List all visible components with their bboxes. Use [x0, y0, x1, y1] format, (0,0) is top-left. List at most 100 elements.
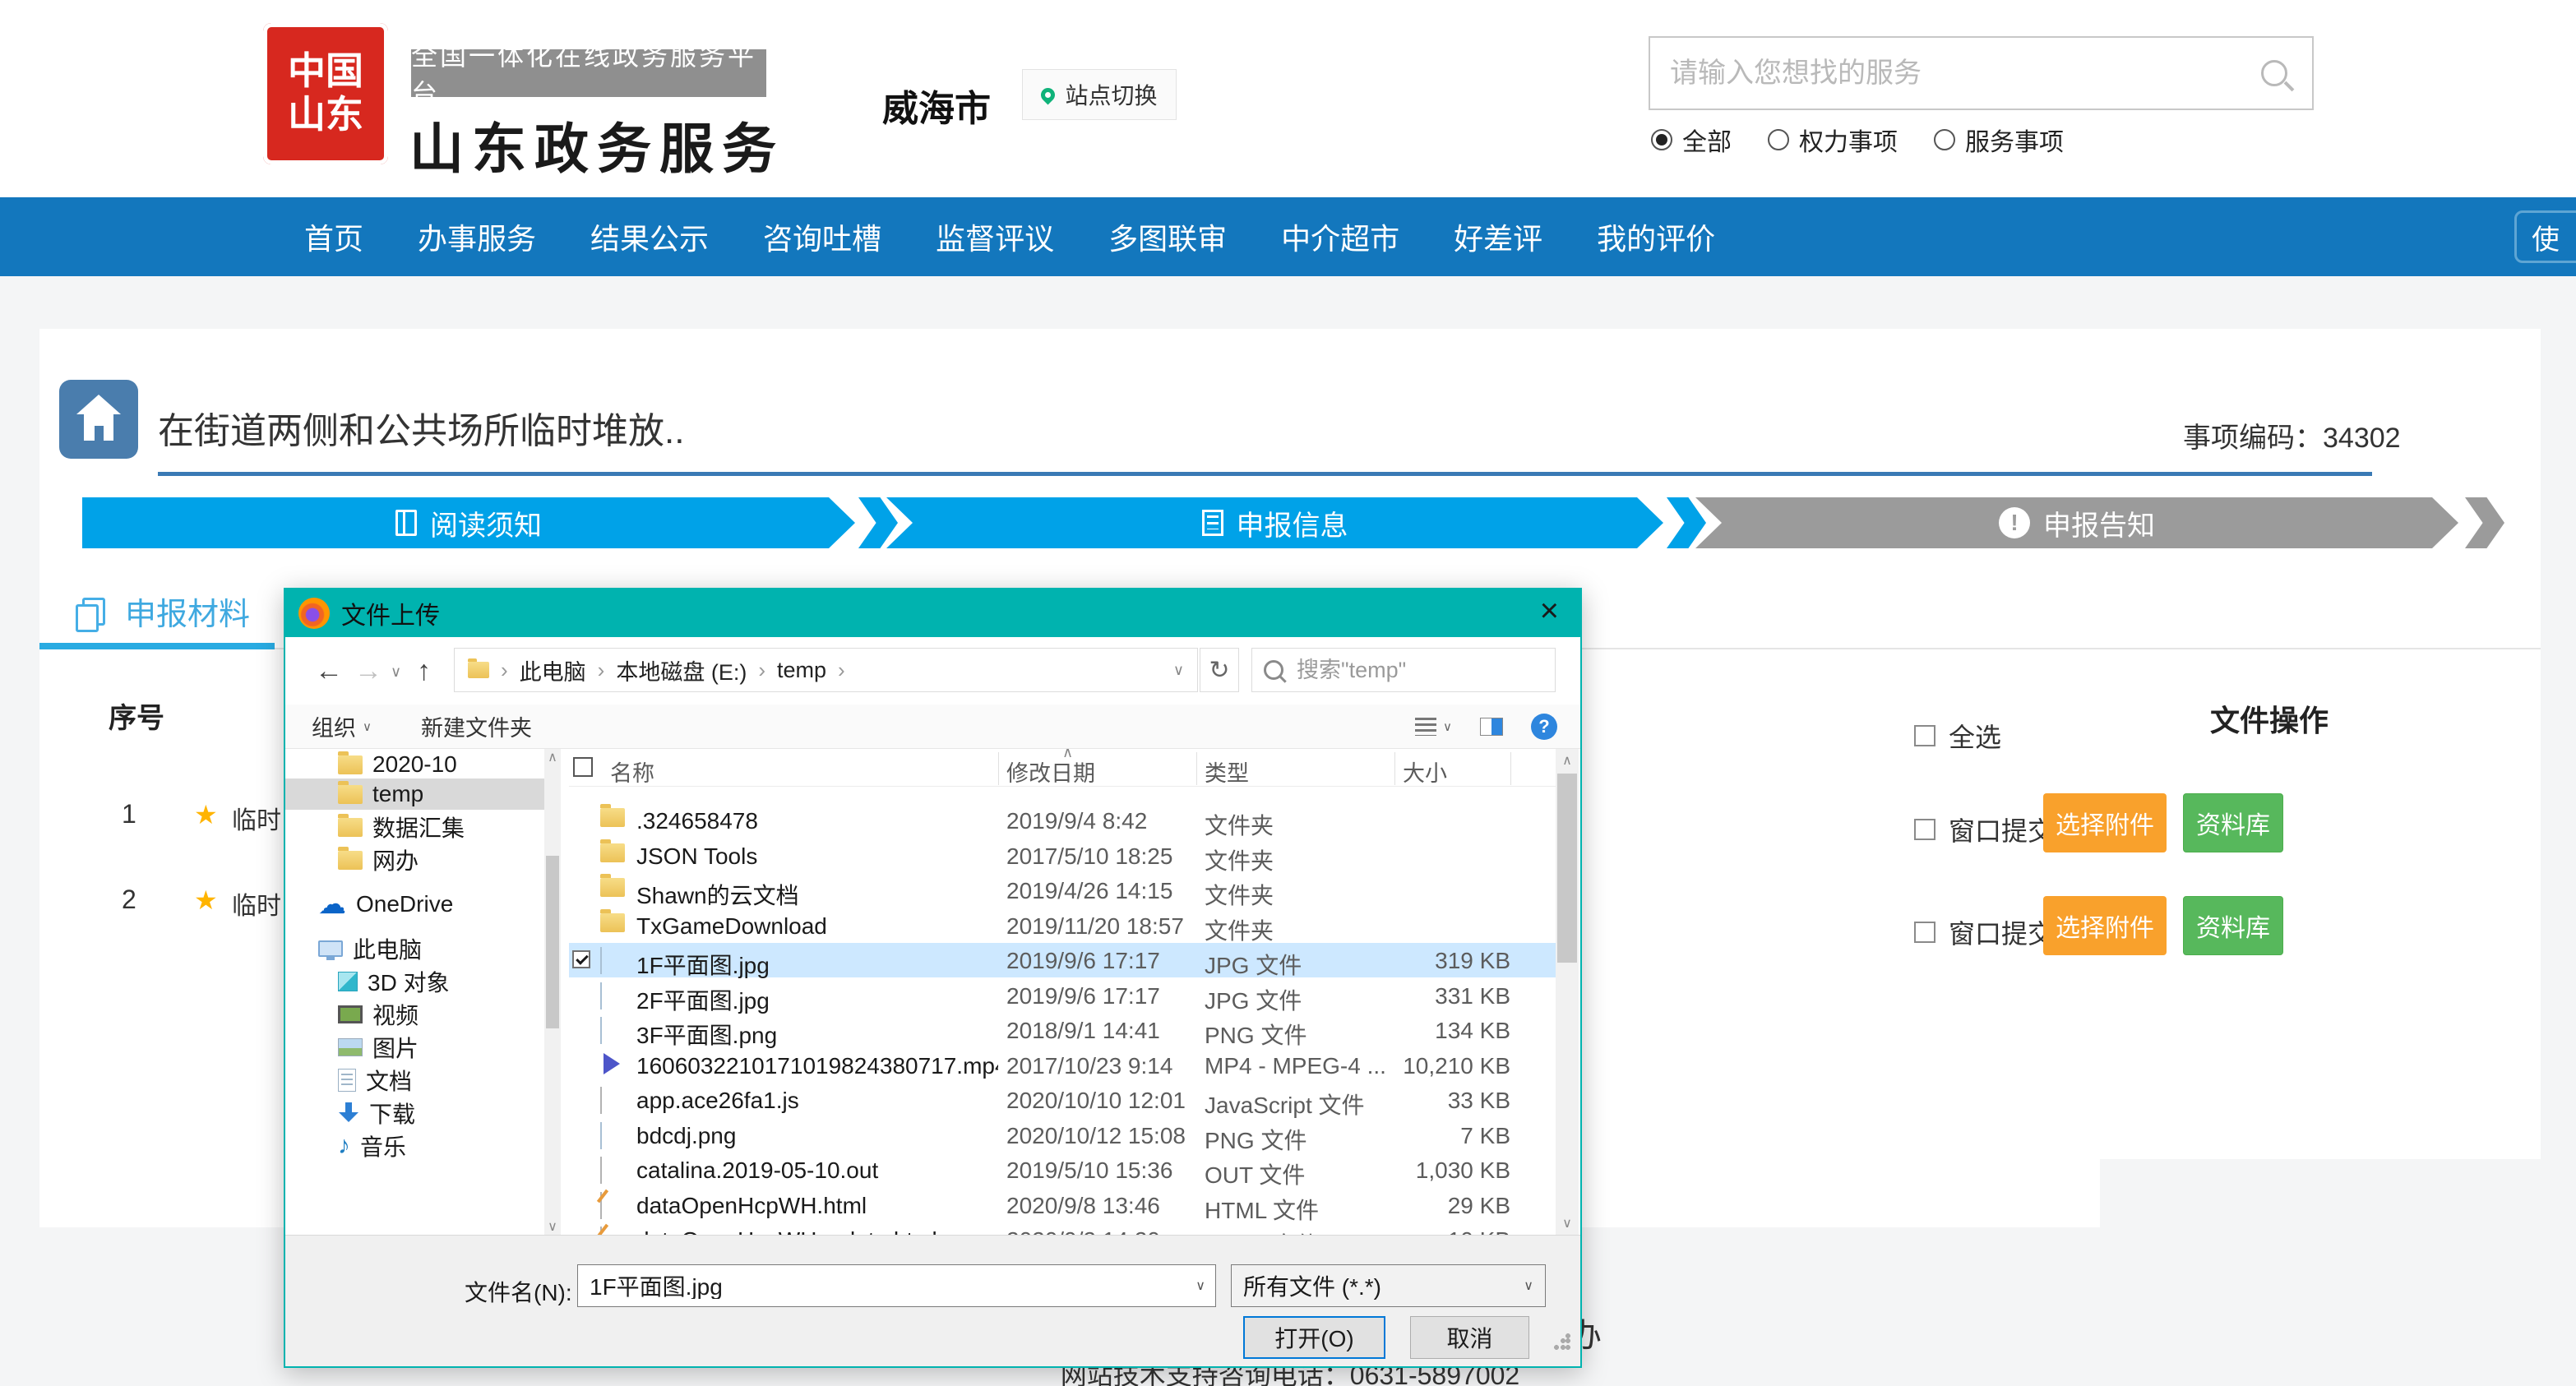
sidebar-scrollbar[interactable]: ∧ ∨: [544, 749, 561, 1235]
nav-services[interactable]: 办事服务: [418, 215, 536, 258]
sidebar-item-pictures[interactable]: 图片: [285, 1032, 544, 1063]
forward-icon[interactable]: →: [354, 655, 382, 687]
sidebar-label: temp: [372, 781, 423, 807]
nav-results[interactable]: 结果公示: [590, 215, 709, 258]
filetype-select[interactable]: 所有文件 (*.*) ∨: [1231, 1264, 1546, 1307]
file-type: 文件夹: [1205, 843, 1274, 876]
select-attachment-button[interactable]: 选择附件: [2043, 793, 2167, 852]
tab-declare-materials[interactable]: 申报材料: [82, 589, 250, 634]
site-switch-button[interactable]: 站点切换: [1022, 69, 1177, 120]
sidebar-label: 文档: [366, 1064, 412, 1097]
sidebar-item-onedrive[interactable]: ☁ OneDrive: [285, 889, 544, 920]
sidebar-item-downloads[interactable]: 下载: [285, 1097, 544, 1129]
filename-input[interactable]: [578, 1273, 1196, 1299]
close-icon[interactable]: ×: [1540, 593, 1559, 630]
sidebar-item-this-pc[interactable]: 此电脑: [285, 933, 544, 964]
address-dropdown-icon[interactable]: ∨: [1173, 662, 1184, 679]
dialog-titlebar[interactable]: 文件上传 ×: [285, 589, 1580, 637]
window-submit-checkbox[interactable]: 窗口提交: [1914, 811, 2054, 848]
resize-grip-icon[interactable]: [1552, 1333, 1571, 1352]
search-input[interactable]: [1650, 58, 2261, 90]
window-submit-checkbox[interactable]: 窗口提交: [1914, 913, 2054, 951]
sidebar-item-data-collect[interactable]: 数据汇集: [285, 811, 544, 843]
file-row[interactable]: TxGameDownload 2019/11/20 18:57 文件夹: [569, 908, 1556, 943]
view-mode-button[interactable]: ∨: [1415, 718, 1452, 736]
nav-consult[interactable]: 咨询吐槽: [763, 215, 881, 258]
library-button[interactable]: 资料库: [2183, 793, 2283, 852]
dialog-search-input[interactable]: [1295, 657, 1543, 684]
file-row[interactable]: bdcdj.png 2020/10/12 15:08 PNG 文件 7 KB: [569, 1118, 1556, 1153]
breadcrumb-folder[interactable]: temp: [777, 658, 826, 683]
new-folder-button[interactable]: 新建文件夹: [421, 710, 532, 742]
material-row[interactable]: 2 ★ 临时: [0, 881, 284, 917]
nav-home[interactable]: 首页: [304, 215, 363, 258]
column-date[interactable]: 修改日期: [1006, 755, 1095, 788]
scroll-down-icon[interactable]: ∨: [544, 1218, 561, 1235]
file-row[interactable]: Shawn的云文档 2019/4/26 14:15 文件夹: [569, 873, 1556, 908]
sidebar-item-3d-objects[interactable]: 3D 对象: [285, 966, 544, 997]
caret-down-icon[interactable]: ∨: [1196, 1277, 1205, 1294]
download-arrow-icon: [338, 1102, 359, 1125]
refresh-button[interactable]: ↻: [1200, 648, 1239, 692]
select-all-checkbox[interactable]: 全选: [1914, 717, 2001, 755]
open-button[interactable]: 打开(O): [1243, 1316, 1385, 1359]
file-row[interactable]: app.ace26fa1.js 2020/10/10 12:01 JavaScr…: [569, 1083, 1556, 1117]
nav-rating[interactable]: 好差评: [1454, 215, 1542, 258]
column-name[interactable]: 名称: [610, 755, 654, 788]
filter-power-items[interactable]: 权力事项: [1768, 122, 1898, 158]
checked-checkbox-icon[interactable]: [572, 950, 590, 968]
file-row[interactable]: dataOpenHcpWH.html 2020/9/8 13:46 HTML 文…: [569, 1188, 1556, 1222]
scrollbar-thumb[interactable]: [546, 856, 559, 1028]
filter-all[interactable]: 全部: [1651, 122, 1732, 158]
search-icon[interactable]: [2261, 60, 2287, 86]
sidebar-item-temp[interactable]: temp: [285, 778, 544, 810]
preview-pane-button[interactable]: [1480, 718, 1503, 736]
step-read-notice[interactable]: 阅读须知: [82, 497, 855, 548]
nav-supervise[interactable]: 监督评议: [936, 215, 1054, 258]
nav-help-button-partial[interactable]: 使: [2514, 210, 2576, 263]
organize-button[interactable]: 组织 ∨: [312, 710, 372, 742]
cancel-button[interactable]: 取消: [1410, 1316, 1529, 1359]
file-row-clipped[interactable]: dataOpenHcpWHupdate.html 2020/9/2 14:20 …: [569, 1222, 1556, 1235]
nav-my-reviews[interactable]: 我的评价: [1597, 215, 1715, 258]
nav-agency-market[interactable]: 中介超市: [1281, 215, 1399, 258]
step-declare-info[interactable]: 申报信息: [886, 497, 1663, 548]
city-name: 威海市: [882, 79, 991, 132]
file-row[interactable]: 2F平面图.jpg 2019/9/6 17:17 JPG 文件 331 KB: [569, 978, 1556, 1013]
breadcrumb[interactable]: › 此电脑 › 本地磁盘 (E:) › temp › ∨: [454, 648, 1198, 692]
file-row[interactable]: JSON Tools 2017/5/10 18:25 文件夹: [569, 839, 1556, 873]
back-icon[interactable]: ←: [315, 655, 343, 687]
step-declare-notify[interactable]: ! 申报告知: [1695, 497, 2458, 548]
history-dropdown-icon[interactable]: ∨: [391, 663, 401, 681]
scroll-up-icon[interactable]: ∧: [1556, 752, 1579, 769]
file-row[interactable]: catalina.2019-05-10.out 2019/5/10 15:36 …: [569, 1153, 1556, 1187]
help-icon[interactable]: ?: [1531, 714, 1557, 740]
file-list-scrollbar[interactable]: ∧ ∨: [1556, 749, 1579, 1235]
filter-service-items[interactable]: 服务事项: [1934, 122, 2064, 158]
step-label: 阅读须知: [430, 503, 542, 543]
sidebar-item-documents[interactable]: 文档: [285, 1065, 544, 1096]
select-attachment-button[interactable]: 选择附件: [2043, 896, 2167, 955]
scrollbar-thumb[interactable]: [1557, 774, 1577, 963]
nav-multi-review[interactable]: 多图联审: [1108, 215, 1227, 258]
sidebar-item-2020-10[interactable]: 2020-10: [285, 749, 544, 780]
breadcrumb-device[interactable]: 此电脑: [520, 654, 586, 686]
header-checkbox[interactable]: [573, 757, 593, 777]
file-row[interactable]: 3F平面图.png 2018/9/1 14:41 PNG 文件 134 KB: [569, 1013, 1556, 1047]
scroll-down-icon[interactable]: ∨: [1556, 1215, 1579, 1231]
column-size[interactable]: 大小: [1403, 755, 1447, 788]
library-button[interactable]: 资料库: [2183, 896, 2283, 955]
sidebar-item-videos[interactable]: 视频: [285, 999, 544, 1030]
sidebar-item-wangban[interactable]: 网办: [285, 844, 544, 875]
image-file-icon: [600, 947, 602, 974]
scroll-up-icon[interactable]: ∧: [544, 749, 561, 765]
up-icon[interactable]: ↑: [417, 655, 431, 687]
file-row-selected[interactable]: 1F平面图.jpg 2019/9/6 17:17 JPG 文件 319 KB: [569, 943, 1556, 977]
file-row[interactable]: 1606032210171019824380717.mp4 2017/10/23…: [569, 1048, 1556, 1083]
file-row[interactable]: .324658478 2019/9/4 8:42 文件夹: [569, 803, 1556, 838]
breadcrumb-drive[interactable]: 本地磁盘 (E:): [616, 654, 747, 686]
sidebar-item-music[interactable]: ♪ 音乐: [285, 1130, 544, 1162]
column-type[interactable]: 类型: [1205, 755, 1249, 788]
material-row[interactable]: 1 ★ 临时: [0, 796, 284, 832]
folder-icon: [338, 755, 363, 774]
